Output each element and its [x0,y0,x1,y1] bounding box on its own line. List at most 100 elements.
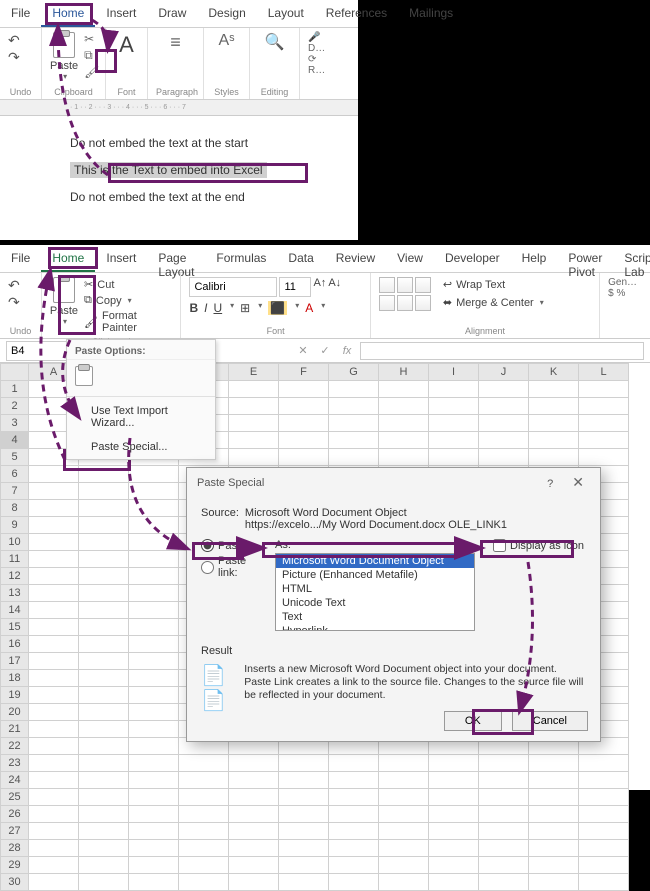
tab-script-lab[interactable]: Script Lab [613,245,650,272]
group-editing-label: Editing [258,87,291,97]
formula-input[interactable] [360,342,644,360]
doc-line-3: Do not embed the text at the end [70,188,288,206]
tab-page-layout[interactable]: Page Layout [147,245,205,272]
decrease-font-icon[interactable]: A↓ [328,277,341,297]
enter-formula-icon[interactable]: ✓ [316,344,334,357]
as-option-5[interactable]: Hyperlink [276,624,474,631]
paste-label: Paste [50,60,78,72]
source-line-2: https://excelo.../My Word Document.docx … [245,519,507,531]
tab-developer[interactable]: Developer [434,245,511,272]
bold-button[interactable]: B [189,301,198,315]
paste-option-icon[interactable] [75,366,93,386]
word-document: Do not embed the text at the start This … [0,116,358,232]
tab-data[interactable]: Data [277,245,324,272]
fx-icon[interactable]: fx [338,345,356,357]
as-option-3[interactable]: Unicode Text [276,596,474,610]
border-button[interactable]: ⊞ [240,301,250,315]
word-ribbon-body: ↶ ↷ Undo Paste ▾ ✂ ⧉ 🖌 Clipboard A [0,28,358,100]
tab-power-pivot[interactable]: Power Pivot [557,245,613,272]
font-group-icon[interactable]: A [114,32,139,58]
copy-button[interactable]: ⧉Copy▾ [82,293,172,308]
number-format[interactable]: Gen… [608,277,642,288]
underline-button[interactable]: U [213,301,222,315]
paste-dropdown: Paste Options: Use Text Import Wizard...… [66,339,216,460]
result-label: Result [201,645,586,657]
redo-icon[interactable]: ↷ [8,49,33,66]
tab-design[interactable]: Design [197,0,256,27]
wrap-icon: ↩ [443,278,452,291]
wrap-text-button[interactable]: ↩Wrap Text [441,277,546,292]
excel-ribbon-body: ↶↷ Undo Paste ▾ ✂Cut ⧉Copy▾ 🖌Format Pain… [0,273,650,339]
clipboard-icon [53,32,75,58]
text-import-wizard-item[interactable]: Use Text Import Wizard... [67,399,215,435]
as-option-4[interactable]: Text [276,610,474,624]
increase-font-icon[interactable]: A↑ [313,277,326,297]
source-line-1: Microsoft Word Document Object [245,507,507,519]
radio-paste[interactable]: Paste: [201,539,249,552]
paste-button[interactable]: Paste ▾ [50,32,78,81]
group-alignment-label: Alignment [379,324,591,336]
radio-paste-link[interactable]: Paste link: [201,555,267,579]
group-font-label: Font [114,87,139,97]
as-label: As: [275,539,475,551]
tab-home[interactable]: Home [41,245,95,272]
fill-button[interactable]: ⬛ [268,301,287,315]
tab-help[interactable]: Help [511,245,558,272]
paragraph-icon[interactable]: ≡ [156,32,195,53]
format-painter-button[interactable]: 🖌Format Painter [82,309,172,335]
paste-button-excel[interactable]: Paste ▾ [50,277,78,335]
tab-layout[interactable]: Layout [257,0,315,27]
tab-draw[interactable]: Draw [147,0,197,27]
paste-special-item[interactable]: Paste Special... [67,435,215,459]
alignment-grid[interactable] [379,277,431,311]
group-paragraph-label: Paragraph [156,87,195,97]
tab-insert[interactable]: Insert [95,245,147,272]
paste-options-label: Paste Options: [67,340,215,360]
tab-file[interactable]: File [0,245,41,272]
undo-icon[interactable]: ↶ [8,277,20,293]
tab-references[interactable]: References [315,0,398,27]
cut-icon: ✂ [84,278,93,291]
doc-selected-text[interactable]: This is the Text to embed into Excel [70,162,267,178]
tab-view[interactable]: View [386,245,434,272]
tab-insert[interactable]: Insert [95,0,147,27]
doc-line-1: Do not embed the text at the start [70,134,288,152]
tab-home[interactable]: Home [41,0,95,27]
word-ruler: · 1 · · 2 · · · 3 · · · 4 · · · 5 · · · … [0,100,358,116]
result-text: Inserts a new Microsoft Word Document ob… [244,663,586,713]
cut-icon[interactable]: ✂ [84,32,99,46]
format-painter-icon[interactable]: 🖌 [84,65,99,79]
brush-icon: 🖌 [84,316,98,329]
undo-icon[interactable]: ↶ [8,32,33,49]
display-as-icon-checkbox[interactable]: Display as icon [493,539,584,552]
tab-mailings[interactable]: Mailings [398,0,464,27]
redo-icon[interactable]: ↷ [8,294,20,310]
as-option-1[interactable]: Picture (Enhanced Metafile) [276,568,474,582]
cancel-formula-icon[interactable]: ✕ [294,344,312,357]
merge-center-button[interactable]: ⬌Merge & Center▾ [441,295,546,310]
cut-button[interactable]: ✂Cut [82,277,172,292]
partial-buttons[interactable]: 🎤 D…⟳ R… [308,32,332,76]
help-icon[interactable]: ? [547,478,553,490]
editing-icon[interactable]: 🔍 [258,32,291,52]
copy-icon[interactable]: ⧉ [84,48,99,63]
chevron-down-icon: ▾ [63,72,67,81]
font-name-select[interactable] [189,277,277,297]
ok-button[interactable]: OK [444,711,502,731]
tab-formulas[interactable]: Formulas [205,245,277,272]
cancel-button[interactable]: Cancel [512,711,588,731]
tab-review[interactable]: Review [325,245,386,272]
as-listbox[interactable]: Microsoft Word Document ObjectPicture (E… [275,553,475,631]
source-label: Source: [201,507,239,531]
copy-icon: ⧉ [84,294,92,307]
italic-button[interactable]: I [204,301,207,315]
styles-icon[interactable]: Aˢ [212,32,241,50]
as-option-2[interactable]: HTML [276,582,474,596]
close-icon[interactable]: ✕ [566,474,590,490]
as-option-0[interactable]: Microsoft Word Document Object [276,554,474,568]
group-clipboard-label: Clipboard [50,87,97,97]
tab-file[interactable]: File [0,0,41,27]
font-color-button[interactable]: A [305,301,313,315]
clipboard-icon [53,277,75,303]
font-size-select[interactable] [279,277,311,297]
